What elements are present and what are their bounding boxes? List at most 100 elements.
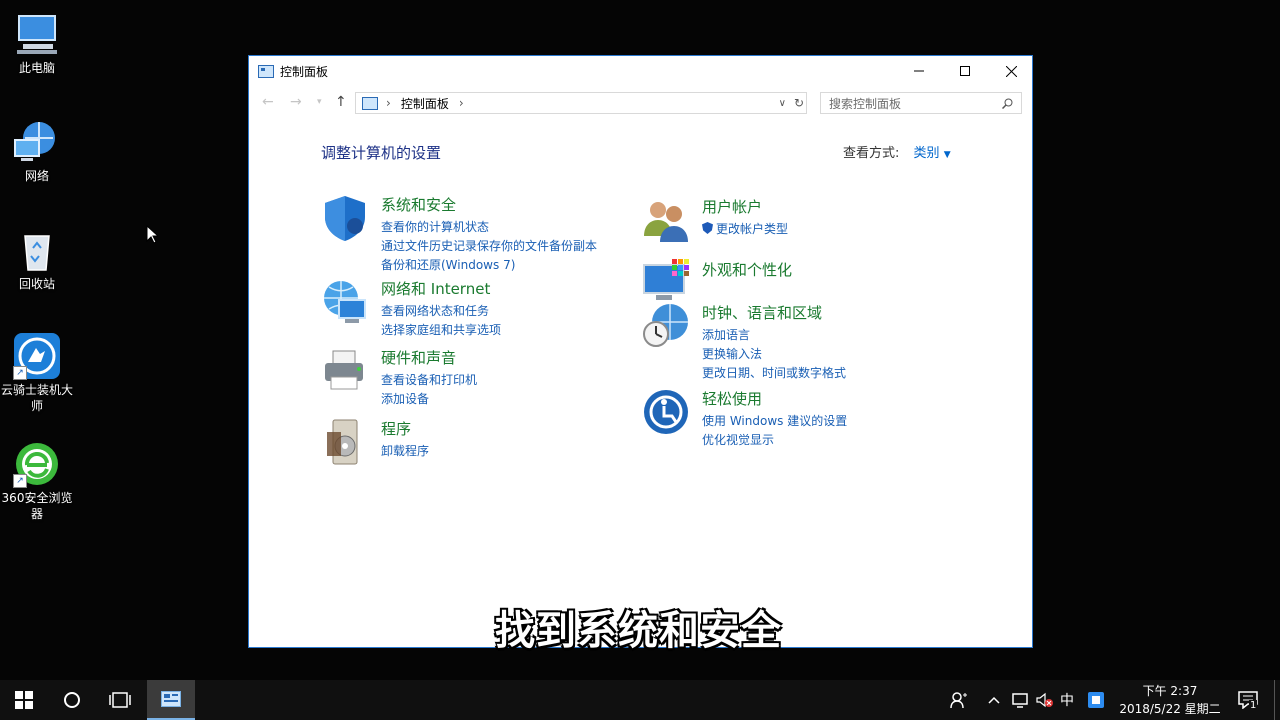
- task-view-button[interactable]: [96, 680, 144, 720]
- window-title: 控制面板: [280, 64, 329, 79]
- desktop-icon-yunqishi[interactable]: ↗ 云骑士装机大师: [0, 332, 74, 414]
- notification-count-badge: 1: [1249, 700, 1258, 711]
- desktop-icon-label: 360安全浏览器: [1, 491, 73, 521]
- ease-of-access-icon: [642, 388, 690, 436]
- recent-dropdown-icon[interactable]: ▾: [317, 97, 322, 107]
- desktop-icon-360-browser[interactable]: ↗ 360安全浏览器: [0, 440, 74, 522]
- task-link[interactable]: 查看设备和打印机: [381, 371, 477, 390]
- printer-icon: [321, 347, 369, 395]
- desktop-icon-network[interactable]: 网络: [0, 118, 74, 184]
- close-button[interactable]: [988, 56, 1034, 86]
- search-placeholder: 搜索控制面板: [829, 96, 902, 111]
- category-title-link[interactable]: 外观和个性化: [702, 259, 792, 280]
- task-link[interactable]: 查看你的计算机状态: [381, 218, 597, 237]
- volume-muted-icon[interactable]: [1036, 680, 1054, 720]
- video-subtitle: 找到系统和安全: [495, 608, 782, 654]
- category-title-link[interactable]: 系统和安全: [381, 194, 456, 215]
- tray-app-icon[interactable]: [1088, 680, 1104, 720]
- back-arrow-icon[interactable]: ←: [262, 94, 274, 110]
- category-title-link[interactable]: 时钟、语言和区域: [702, 302, 822, 323]
- view-by-dropdown[interactable]: 类别 ▼: [914, 146, 951, 161]
- title-bar[interactable]: 控制面板: [249, 56, 1032, 86]
- people-icon[interactable]: [950, 680, 968, 720]
- shortcut-arrow-icon: ↗: [13, 366, 27, 380]
- start-button[interactable]: [0, 680, 48, 720]
- control-panel-icon: [258, 64, 274, 78]
- minimize-icon: [914, 70, 924, 72]
- task-link[interactable]: 优化视觉显示: [702, 431, 847, 450]
- control-panel-icon: [362, 96, 378, 110]
- control-panel-icon: [161, 691, 181, 707]
- desktop-icon-label: 回收站: [18, 277, 55, 291]
- uac-shield-icon: [702, 222, 713, 234]
- mouse-cursor-icon: [146, 225, 158, 244]
- desktop-icon-label: 云骑士装机大师: [0, 383, 73, 413]
- monitor-palette-icon: [642, 259, 690, 307]
- shield-icon: [321, 194, 369, 242]
- browser-360-icon: ↗: [13, 440, 61, 488]
- breadcrumb-chevron-icon[interactable]: ›: [459, 96, 464, 110]
- task-view-icon: [109, 692, 131, 708]
- address-dropdown-icon[interactable]: ∨: [779, 98, 786, 109]
- clock[interactable]: 下午 2:37 2018/5/22 星期二: [1114, 682, 1226, 718]
- desktop-icon-label: 网络: [24, 169, 49, 183]
- show-hidden-icons-chevron-icon[interactable]: [988, 680, 1000, 720]
- clock-date: 2018/5/22 星期二: [1119, 702, 1221, 716]
- close-icon: [1005, 65, 1017, 77]
- breadcrumb-separator-icon: ›: [386, 96, 391, 110]
- page-heading: 调整计算机的设置: [321, 144, 442, 162]
- navigation-bar: ← → ▾ ↑ › 控制面板 › ∨ ↻ 搜索控制面板: [249, 90, 1032, 116]
- ime-indicator[interactable]: 中: [1060, 680, 1074, 720]
- network-icon: [13, 118, 61, 166]
- task-link[interactable]: 使用 Windows 建议的设置: [702, 412, 847, 431]
- network-globe-icon: [321, 278, 369, 326]
- category-title-link[interactable]: 用户帐户: [702, 196, 762, 217]
- task-link[interactable]: 查看网络状态和任务: [381, 302, 501, 321]
- category-title-link[interactable]: 程序: [381, 418, 411, 439]
- task-link[interactable]: 更改帐户类型: [702, 220, 788, 239]
- users-icon: [642, 196, 690, 244]
- forward-arrow-icon[interactable]: →: [290, 94, 302, 110]
- cortana-circle-icon: [64, 692, 80, 708]
- maximize-button[interactable]: [942, 56, 988, 86]
- desktop-icon-label: 此电脑: [18, 61, 55, 75]
- search-button[interactable]: [48, 680, 96, 720]
- address-field[interactable]: › 控制面板 › ∨ ↻: [355, 92, 807, 114]
- maximize-icon: [960, 66, 970, 76]
- content-area: 调整计算机的设置 查看方式: 类别 ▼ 系统和安全 查看你的计算机状态 通过文件…: [249, 116, 1032, 647]
- view-by-label: 查看方式:: [843, 146, 900, 161]
- refresh-icon[interactable]: ↻: [794, 96, 804, 110]
- programs-icon: [321, 418, 369, 466]
- category-title-link[interactable]: 硬件和声音: [381, 347, 456, 368]
- desktop-icon-this-pc[interactable]: 此电脑: [0, 10, 74, 76]
- task-link[interactable]: 更改日期、时间或数字格式: [702, 364, 846, 383]
- up-arrow-icon[interactable]: ↑: [335, 94, 347, 110]
- shortcut-arrow-icon: ↗: [13, 474, 27, 488]
- taskbar: 中 下午 2:37 2018/5/22 星期二 1: [0, 680, 1280, 720]
- task-link[interactable]: 通过文件历史记录保存你的文件备份副本: [381, 237, 597, 256]
- recycle-bin-icon: [13, 226, 61, 274]
- search-icon[interactable]: [1002, 98, 1013, 109]
- task-link[interactable]: 选择家庭组和共享选项: [381, 321, 501, 340]
- category-title-link[interactable]: 轻松使用: [702, 388, 762, 409]
- knight-app-icon: ↗: [13, 332, 61, 380]
- search-input[interactable]: 搜索控制面板: [820, 92, 1022, 114]
- control-panel-window: 控制面板 ← → ▾ ↑ › 控制面板 › ∨ ↻ 搜索控制面板 调整计算机的设…: [248, 55, 1033, 648]
- clock-globe-icon: [642, 302, 690, 350]
- taskbar-app-control-panel[interactable]: [147, 680, 195, 720]
- clock-time: 下午 2:37: [1142, 684, 1198, 698]
- breadcrumb-item[interactable]: 控制面板: [401, 95, 449, 112]
- task-link[interactable]: 更换输入法: [702, 345, 846, 364]
- task-link[interactable]: 备份和还原(Windows 7): [381, 256, 597, 275]
- show-desktop-button[interactable]: [1274, 680, 1280, 720]
- desktop-icon-recycle-bin[interactable]: 回收站: [0, 226, 74, 292]
- task-link[interactable]: 卸载程序: [381, 442, 429, 461]
- network-status-icon[interactable]: [1012, 680, 1030, 720]
- windows-logo-icon: [15, 691, 33, 709]
- task-link[interactable]: 添加语言: [702, 326, 846, 345]
- category-title-link[interactable]: 网络和 Internet: [381, 278, 490, 299]
- minimize-button[interactable]: [896, 56, 942, 86]
- task-link[interactable]: 添加设备: [381, 390, 477, 409]
- action-center-button[interactable]: 1: [1238, 680, 1258, 720]
- computer-icon: [13, 10, 61, 58]
